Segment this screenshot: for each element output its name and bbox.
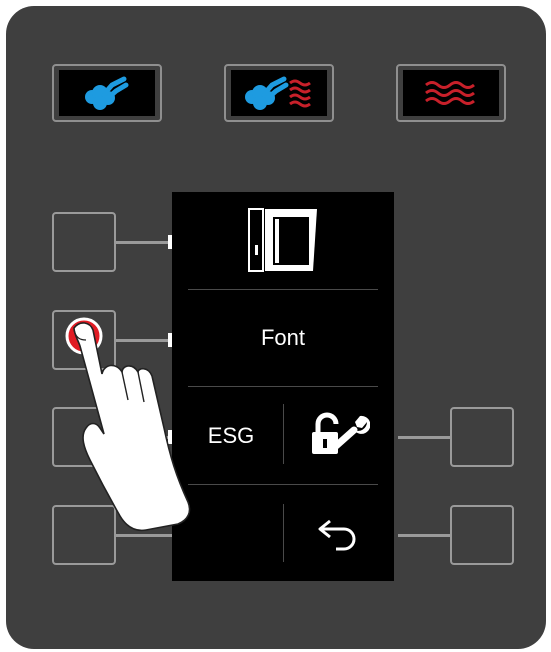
combi-steam-convection-icon — [245, 76, 311, 110]
connector-right-3 — [398, 436, 450, 439]
steam-mode-button[interactable] — [52, 64, 162, 122]
finger-pointer-icon — [65, 317, 191, 532]
convection-heat-icon — [425, 81, 475, 105]
connector-left-1 — [116, 241, 172, 244]
unlock-wrench-icon — [312, 412, 370, 454]
font-option[interactable]: Font — [172, 290, 394, 386]
cabinet-door-button[interactable] — [172, 192, 394, 288]
combi-mode-button[interactable] — [224, 64, 334, 122]
back-button[interactable] — [284, 485, 394, 581]
left-button-1[interactable] — [52, 212, 116, 272]
back-arrow-icon — [318, 519, 356, 551]
right-button-4[interactable] — [450, 505, 514, 565]
unlock-service-option[interactable] — [284, 387, 394, 483]
display-screen: Font ESG — [172, 192, 394, 581]
convection-mode-button[interactable] — [396, 64, 506, 122]
cabinet-door-icon — [248, 208, 317, 272]
connector-right-4 — [398, 534, 450, 537]
steam-icon — [85, 76, 129, 110]
right-button-3[interactable] — [450, 407, 514, 467]
font-label: Font — [260, 325, 306, 350]
